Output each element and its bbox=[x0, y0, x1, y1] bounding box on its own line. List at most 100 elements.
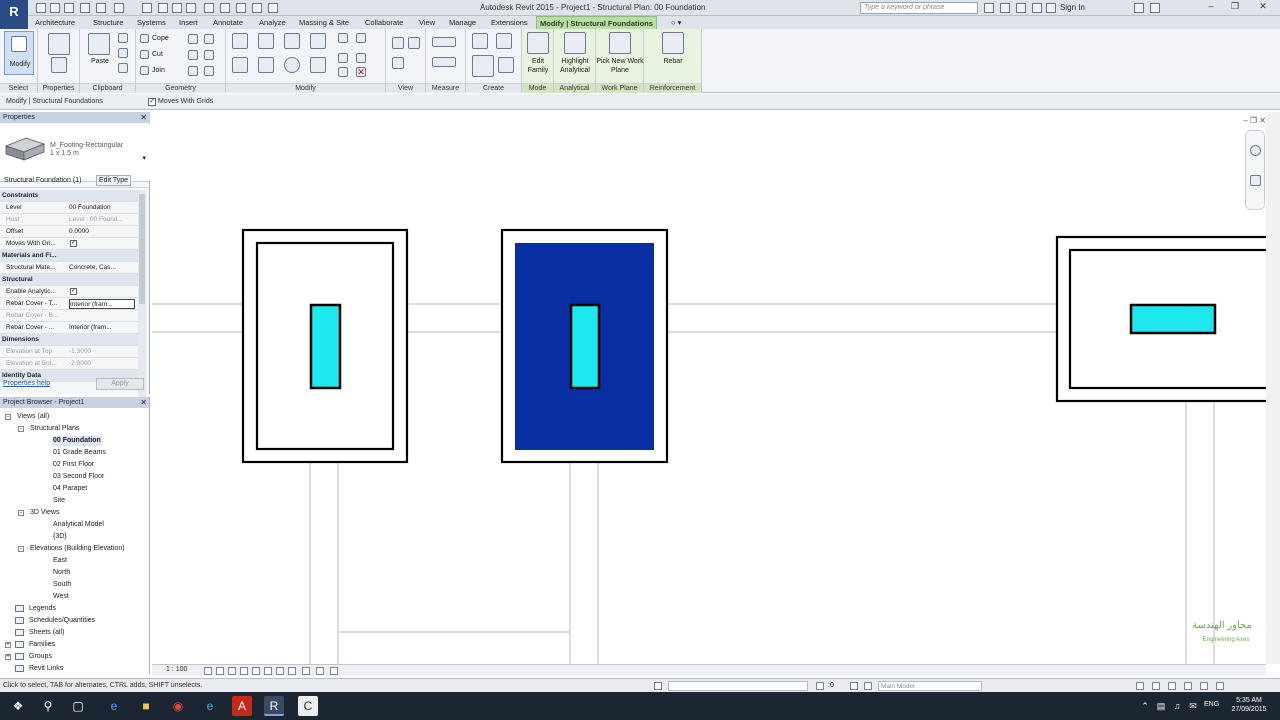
pick-new-work-plane-icon[interactable] bbox=[609, 32, 631, 54]
browser-node[interactable]: West bbox=[53, 592, 69, 602]
browser-node[interactable]: 01 Grade Beams bbox=[53, 448, 106, 458]
browser-node[interactable]: Sheets (all) bbox=[29, 628, 64, 638]
paste-icon[interactable] bbox=[88, 33, 110, 55]
tab-collaborate[interactable]: Collaborate bbox=[362, 16, 406, 29]
close-icon[interactable]: ✕ bbox=[140, 397, 147, 408]
property-row[interactable]: Offset 0.0000 bbox=[0, 226, 138, 238]
cope-icon[interactable] bbox=[140, 34, 149, 43]
favorites-icon[interactable] bbox=[1032, 3, 1042, 13]
paint-icon[interactable] bbox=[188, 50, 198, 60]
join-icon[interactable] bbox=[140, 66, 149, 75]
tab-analyze[interactable]: Analyze bbox=[256, 16, 289, 29]
browser-node[interactable]: Legends bbox=[29, 604, 56, 614]
drawing-canvas[interactable]: – ❐ ✕ محاور الهندسة Engineering Axes bbox=[152, 112, 1280, 664]
create-assembly-icon[interactable] bbox=[472, 33, 488, 49]
select-links-icon[interactable] bbox=[1136, 682, 1144, 690]
communication-icon[interactable] bbox=[1016, 3, 1026, 13]
worksets-icon[interactable] bbox=[654, 682, 662, 690]
thin-lines-icon[interactable] bbox=[236, 3, 246, 13]
design-options-icon[interactable] bbox=[850, 682, 858, 690]
column[interactable] bbox=[309, 303, 342, 390]
scale-icon[interactable] bbox=[356, 53, 366, 63]
expand-icon[interactable]: + bbox=[5, 642, 11, 648]
sign-in-link[interactable]: Sign In bbox=[1060, 3, 1085, 12]
volume-icon[interactable]: ♫ bbox=[1170, 696, 1184, 716]
copy-icon[interactable] bbox=[118, 48, 128, 58]
editable-only-icon[interactable] bbox=[864, 682, 872, 690]
demolish-icon[interactable] bbox=[204, 50, 214, 60]
browser-node[interactable]: Analytical Model bbox=[53, 520, 104, 530]
tag-icon[interactable] bbox=[172, 3, 182, 13]
property-category[interactable]: Structural bbox=[0, 274, 138, 286]
search-icon[interactable]: ⚲ bbox=[38, 696, 58, 716]
network-icon[interactable]: ▤ bbox=[1154, 696, 1168, 716]
browser-node[interactable]: Elevations (Building Elevation) bbox=[30, 544, 125, 554]
moves-with-grids-label[interactable]: Moves With Grids bbox=[158, 98, 213, 105]
browser-node[interactable]: Schedules/Quantities bbox=[29, 616, 95, 626]
properties-icon[interactable] bbox=[51, 57, 67, 73]
acrobat-icon[interactable]: A bbox=[232, 696, 252, 716]
split-gap-icon[interactable] bbox=[356, 33, 366, 43]
tab-massing-site[interactable]: Massing & Site bbox=[296, 16, 352, 29]
property-row[interactable]: Enable Analytic... ✓ bbox=[0, 286, 138, 298]
print-icon[interactable] bbox=[114, 3, 124, 13]
browser-node[interactable]: 04 Parapet bbox=[53, 484, 87, 494]
main-model-dropdown[interactable]: Main Model bbox=[878, 681, 982, 691]
create-parts-icon[interactable] bbox=[496, 33, 512, 49]
redo-icon[interactable] bbox=[96, 3, 106, 13]
property-row[interactable]: Rebar Cover - B... bbox=[0, 310, 138, 322]
drag-elements-icon[interactable] bbox=[1200, 682, 1208, 690]
edge-icon[interactable]: e bbox=[104, 696, 124, 716]
property-category[interactable]: Constraints bbox=[0, 190, 138, 202]
highlight-displacement-icon[interactable] bbox=[316, 667, 324, 675]
maximize-button[interactable]: ❐ bbox=[1224, 1, 1246, 14]
expand-icon[interactable]: + bbox=[5, 654, 11, 660]
reveal-constraints-icon[interactable] bbox=[330, 667, 338, 675]
browser-node[interactable]: Groups bbox=[29, 652, 52, 662]
property-category[interactable]: Dimensions bbox=[0, 334, 138, 346]
workset-field[interactable] bbox=[668, 681, 808, 691]
property-row[interactable]: Structural Mate... Concrete, Cas... bbox=[0, 262, 138, 274]
create-group-icon[interactable] bbox=[472, 55, 494, 77]
tab-systems[interactable]: Systems bbox=[134, 16, 169, 29]
close-icon[interactable]: ✕ bbox=[140, 112, 147, 123]
split-icon[interactable] bbox=[338, 33, 348, 43]
cut-geometry-icon[interactable] bbox=[140, 50, 149, 59]
sun-path-icon[interactable] bbox=[228, 667, 236, 675]
properties-scrollbar-thumb[interactable] bbox=[139, 194, 145, 304]
cut-label[interactable]: Cut bbox=[152, 51, 163, 58]
property-value[interactable]: 0.0000 bbox=[69, 226, 135, 238]
browser-node[interactable]: {3D} bbox=[53, 532, 67, 542]
view-window-controls[interactable]: – ❐ ✕ bbox=[1243, 116, 1266, 125]
property-value[interactable]: Interior (fram... bbox=[69, 322, 135, 334]
property-row[interactable]: Moves With Gri... ✓ bbox=[0, 238, 138, 250]
move-icon[interactable] bbox=[232, 57, 248, 73]
camtasia-icon[interactable]: C bbox=[298, 696, 318, 716]
temporary-hide-icon[interactable] bbox=[276, 667, 284, 675]
modify-button[interactable]: Modify bbox=[4, 31, 34, 75]
navigation-bar[interactable] bbox=[1245, 130, 1265, 210]
windows-icon[interactable]: ❖ bbox=[8, 696, 28, 716]
pick-new-work-plane-button[interactable]: Pick New Work Plane bbox=[596, 57, 644, 75]
undo-icon[interactable] bbox=[80, 3, 90, 13]
reveal-hidden-icon[interactable] bbox=[288, 667, 296, 675]
align-icon[interactable] bbox=[232, 33, 248, 49]
clock[interactable]: 5:35 AM 27/09/2015 bbox=[1224, 696, 1274, 714]
collapse-icon[interactable]: - bbox=[5, 414, 11, 420]
collapse-icon[interactable]: - bbox=[18, 510, 24, 516]
application-menu-button[interactable]: R bbox=[0, 0, 28, 30]
hide-in-view-icon[interactable] bbox=[392, 37, 404, 49]
chrome-icon[interactable]: ◉ bbox=[168, 696, 188, 716]
apply-button[interactable]: Apply bbox=[96, 378, 144, 390]
rebar-button[interactable]: Rebar bbox=[644, 57, 702, 66]
close-button[interactable]: ✕ bbox=[1252, 1, 1274, 14]
property-row[interactable]: Elevation at Top -1.3000 bbox=[0, 346, 138, 358]
browser-node[interactable]: Families bbox=[29, 640, 55, 650]
instance-filter-dropdown[interactable]: Structural Foundation (1) bbox=[4, 177, 81, 184]
match-type-icon[interactable] bbox=[118, 63, 128, 73]
system-tray-icon[interactable]: ⌃ bbox=[1138, 696, 1152, 716]
group-label-select[interactable]: Select bbox=[0, 83, 37, 93]
close-hidden-windows-icon[interactable] bbox=[252, 3, 262, 13]
measure-between-icon[interactable] bbox=[432, 37, 456, 47]
browser-node[interactable]: Views (all) bbox=[17, 412, 49, 422]
